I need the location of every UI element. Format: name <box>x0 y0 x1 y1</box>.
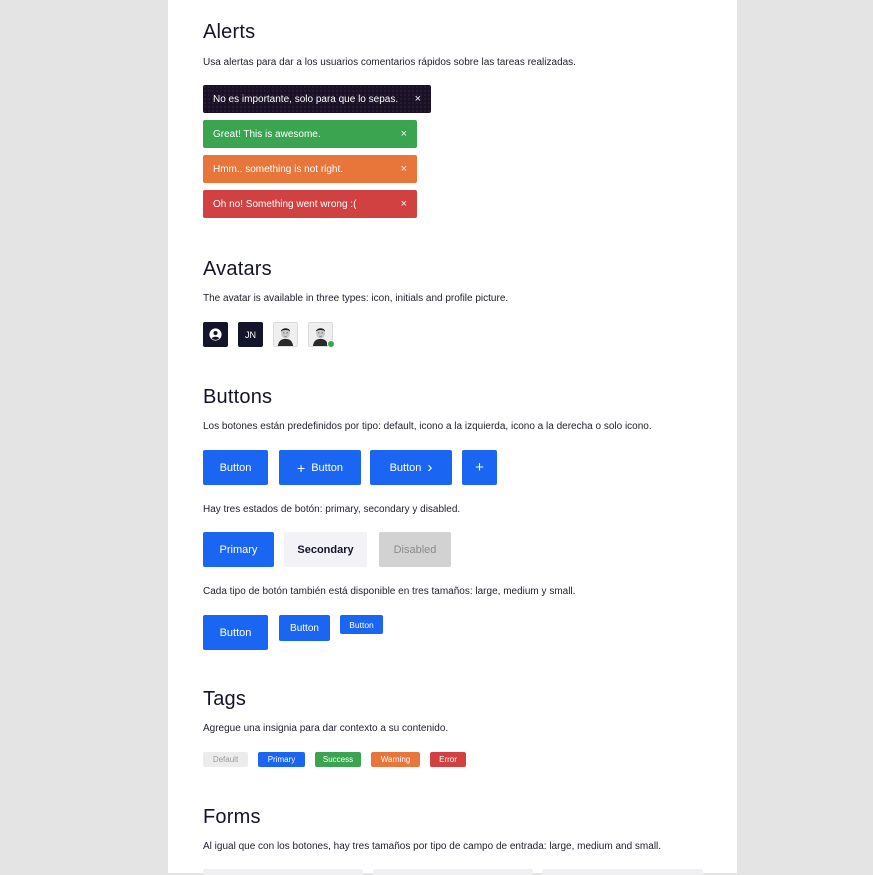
plus-icon: + <box>297 459 306 476</box>
avatar-row: JN <box>203 322 343 350</box>
buttons-types-description: Los botones están predefinidos por tipo:… <box>203 421 652 432</box>
forms-description: Al igual que con los botones, hay tres t… <box>203 841 662 852</box>
disabled-button: Disabled <box>379 532 451 567</box>
button-label: Secondary <box>297 543 354 556</box>
avatars-title: Avatars <box>203 258 272 280</box>
close-icon[interactable]: × <box>401 198 407 210</box>
button-label: Primary <box>219 543 258 556</box>
user-circle-icon <box>209 328 222 341</box>
online-status-icon <box>327 340 335 348</box>
tags-section: Tags Agregue una insignia para dar conte… <box>203 687 717 772</box>
forms-title: Forms <box>203 806 261 828</box>
avatar-photo-online[interactable] <box>308 322 335 348</box>
button-small[interactable]: Button <box>340 615 383 634</box>
avatar-photo[interactable] <box>273 322 298 347</box>
avatar-icon[interactable] <box>203 322 228 347</box>
alert-error: Oh no! Something went wrong :( × <box>203 190 417 218</box>
alert-success-text: Great! This is awesome. <box>213 128 321 140</box>
alert-warning: Hmm.. something is not right. × <box>203 155 417 183</box>
button-types-row: Button + Button Button › + <box>203 450 523 485</box>
button-label: Button <box>389 461 422 474</box>
primary-button[interactable]: Primary <box>203 532 274 567</box>
alerts-section: Alerts Usa alertas para dar a los usuari… <box>203 20 717 220</box>
close-icon[interactable]: × <box>401 163 407 175</box>
alert-success: Great! This is awesome. × <box>203 120 417 148</box>
close-icon[interactable]: × <box>415 93 421 105</box>
button-default[interactable]: Button <box>203 450 268 485</box>
tag-warning: Warning <box>371 752 420 767</box>
tags-row: Default Primary Success Warning Error <box>203 752 483 767</box>
tag-primary: Primary <box>258 752 305 767</box>
alert-warning-text: Hmm.. something is not right. <box>213 163 344 175</box>
secondary-button[interactable]: Secondary <box>284 532 367 567</box>
buttons-title: Buttons <box>203 386 273 408</box>
alert-info-text: No es importante, solo para que lo sepas… <box>213 93 399 105</box>
alert-info: No es importante, solo para que lo sepas… <box>203 85 431 113</box>
avatar-initials[interactable]: JN <box>238 322 263 347</box>
button-icon-left[interactable]: + Button <box>279 450 361 485</box>
button-label: Button <box>219 626 252 639</box>
alert-error-text: Oh no! Something went wrong :( <box>213 198 357 210</box>
button-icon-right[interactable]: Button › <box>370 450 452 485</box>
alerts-description: Usa alertas para dar a los usuarios come… <box>203 57 576 68</box>
chevron-right-icon: › <box>427 459 433 476</box>
button-label: Disabled <box>393 543 437 556</box>
close-icon[interactable]: × <box>401 128 407 140</box>
button-label: Button <box>219 461 252 474</box>
form-field-small[interactable] <box>542 869 703 875</box>
profile-picture <box>274 323 297 346</box>
buttons-states-description: Hay tres estados de botón: primary, seco… <box>203 504 461 515</box>
button-icon-only[interactable]: + <box>462 450 497 485</box>
avatars-description: The avatar is available in three types: … <box>203 293 509 304</box>
buttons-sizes-description: Cada tipo de botón también está disponib… <box>203 586 576 597</box>
button-states-row: Primary Secondary Disabled <box>203 532 463 567</box>
alerts-title: Alerts <box>203 21 256 43</box>
tag-success: Success <box>315 752 361 767</box>
tag-error: Error <box>430 752 466 767</box>
tag-default: Default <box>203 752 248 767</box>
button-medium[interactable]: Button <box>279 615 330 641</box>
forms-section: Forms Al igual que con los botones, hay … <box>203 805 717 873</box>
button-label: Button <box>349 619 374 630</box>
button-label: Button <box>290 622 319 634</box>
tags-description: Agregue una insignia para dar contexto a… <box>203 723 449 734</box>
button-large[interactable]: Button <box>203 615 268 650</box>
button-sizes-row: Button Button Button <box>203 615 403 650</box>
buttons-section: Buttons Los botones están predefinidos p… <box>203 385 717 655</box>
avatars-section: Avatars The avatar is available in three… <box>203 257 717 352</box>
button-label: Button <box>311 461 343 474</box>
form-field-large[interactable] <box>203 869 363 875</box>
tags-title: Tags <box>203 688 247 710</box>
form-field-medium[interactable] <box>373 869 533 875</box>
design-system-page: Alerts Usa alertas para dar a los usuari… <box>168 0 737 875</box>
plus-icon: + <box>475 459 484 476</box>
